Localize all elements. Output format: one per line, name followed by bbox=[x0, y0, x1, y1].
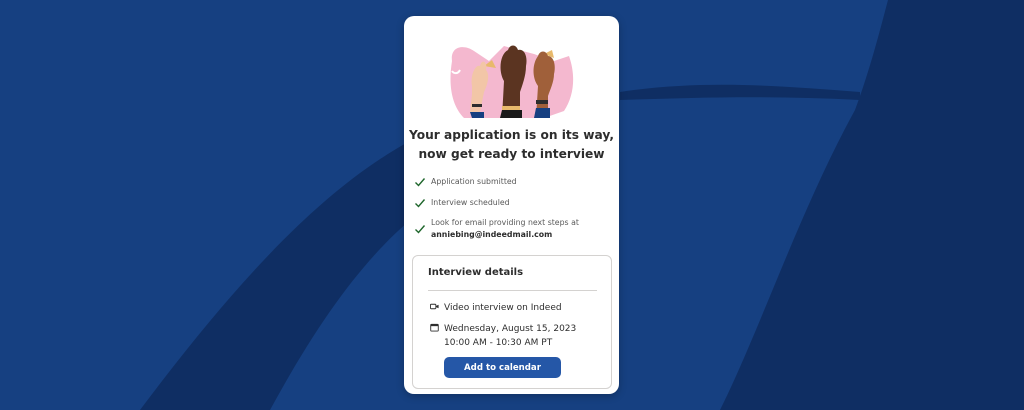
checklist-item-label: Interview scheduled bbox=[431, 198, 510, 207]
checklist-item-label: Application submitted bbox=[431, 177, 517, 186]
check-icon bbox=[415, 178, 426, 187]
interview-date: Wednesday, August 15, 2023 bbox=[444, 324, 577, 334]
divider bbox=[428, 290, 597, 291]
interview-datetime: Wednesday, August 15, 2023 10:00 AM - 10… bbox=[444, 322, 576, 350]
check-icon bbox=[415, 225, 426, 234]
interview-type: Video interview on Indeed bbox=[444, 303, 562, 313]
interview-details-panel: Interview details Video interview on Ind… bbox=[412, 255, 612, 389]
confirmation-card: Your application is on its way, now get … bbox=[404, 16, 619, 394]
check-icon bbox=[415, 199, 426, 208]
raised-hands-illustration bbox=[450, 45, 574, 118]
checklist-item-label: Look for email providing next steps at a… bbox=[431, 217, 579, 241]
email-address: anniebing@indeedmail.com bbox=[431, 230, 553, 239]
page-title: Your application is on its way, now get … bbox=[409, 128, 614, 161]
interview-time: 10:00 AM - 10:30 AM PT bbox=[444, 338, 553, 348]
email-instructions: Look for email providing next steps at bbox=[431, 218, 579, 227]
add-to-calendar-button[interactable]: Add to calendar bbox=[444, 357, 561, 378]
calendar-icon bbox=[430, 323, 439, 332]
interview-details-title: Interview details bbox=[428, 267, 524, 278]
video-camera-icon bbox=[430, 303, 439, 310]
